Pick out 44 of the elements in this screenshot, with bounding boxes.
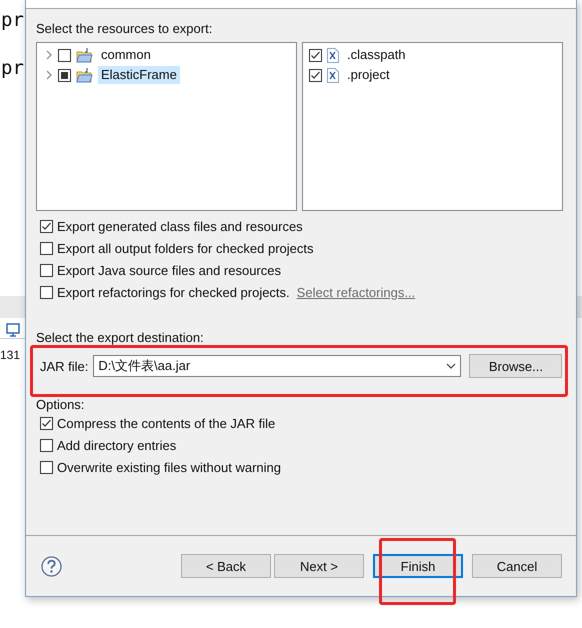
section-label: Select the resources to export: (36, 21, 214, 37)
dialog-button[interactable]: Finish (373, 554, 463, 578)
checkbox[interactable] (309, 68, 322, 82)
checkbox[interactable] (40, 438, 53, 452)
project-folder-icon (76, 67, 93, 83)
checkbox[interactable] (40, 460, 53, 474)
code-text: pr (1, 8, 25, 32)
xml-file-icon (327, 68, 339, 82)
option-label[interactable]: Overwrite existing files without warning (57, 460, 281, 474)
field-label: JAR file: (40, 358, 88, 374)
monitor-icon (6, 323, 20, 337)
browse-button[interactable]: Browse... (469, 354, 562, 378)
file-entry[interactable]: .project (344, 66, 393, 84)
option-label[interactable]: Export refactorings for checked projects. (57, 284, 290, 300)
checkbox[interactable] (58, 48, 71, 62)
checkbox[interactable] (58, 68, 71, 82)
expand-chevron-icon[interactable] (45, 70, 53, 80)
section-label: Options: (36, 398, 86, 412)
dropdown-caret-icon[interactable] (446, 363, 456, 369)
expand-chevron-icon[interactable] (45, 50, 53, 60)
option-label[interactable]: Export Java source files and resources (57, 262, 281, 278)
checkbox[interactable] (40, 264, 53, 276)
checkbox[interactable] (40, 416, 53, 430)
tree-node[interactable]: ElasticFrame (98, 66, 180, 84)
project-folder-icon (76, 47, 93, 63)
option-label[interactable]: Add directory entries (57, 438, 176, 452)
tree-node[interactable]: common (98, 46, 154, 64)
option-label[interactable]: Compress the contents of the JAR file (57, 416, 276, 430)
help-icon[interactable] (41, 556, 62, 576)
dialog-button[interactable]: Cancel (472, 554, 562, 578)
dialog-button[interactable]: < Back (181, 554, 271, 578)
status-text: 131 (0, 347, 20, 363)
xml-file-icon (327, 48, 339, 62)
section-label: Select the export destination: (36, 330, 205, 346)
checkbox[interactable] (40, 242, 53, 254)
checkbox[interactable] (40, 286, 53, 298)
checkbox[interactable] (40, 220, 53, 232)
option-label[interactable]: Export all output folders for checked projects (57, 240, 314, 256)
option-label[interactable]: Export generated class files and resources (57, 218, 303, 234)
dialog-button[interactable]: Next > (274, 554, 364, 578)
code-text: pr (1, 56, 25, 80)
file-entry[interactable]: .classpath (344, 46, 409, 64)
checkbox[interactable] (309, 48, 322, 62)
jar-file-combo[interactable]: D:\文件表\aa.jar (93, 355, 462, 377)
